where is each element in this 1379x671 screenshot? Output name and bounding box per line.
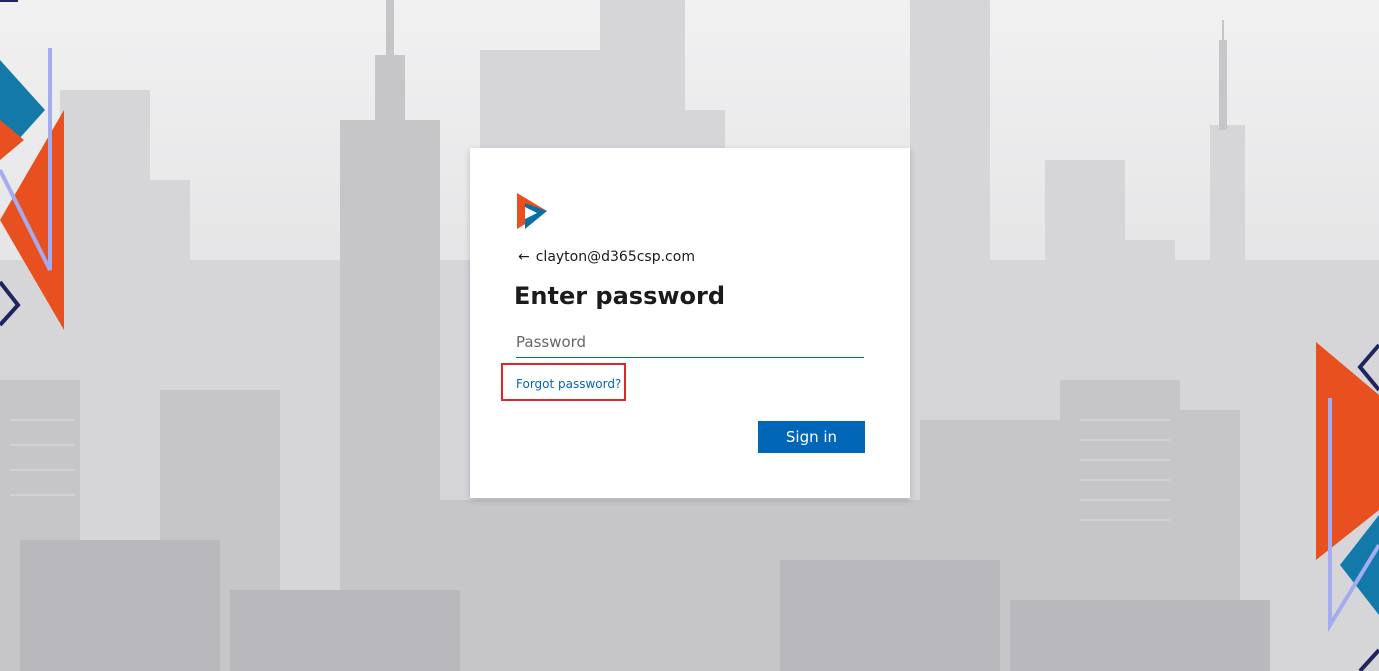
sign-in-button[interactable]: Sign in [758, 421, 865, 453]
back-arrow-icon[interactable]: ← [518, 247, 530, 267]
signin-card: ← clayton@d365csp.com Enter password For… [470, 148, 910, 498]
page-title: Enter password [514, 282, 726, 310]
forgot-password-link[interactable]: Forgot password? [516, 376, 621, 392]
identity-banner[interactable]: ← clayton@d365csp.com [518, 247, 695, 267]
brand-play-logo-icon [517, 193, 547, 229]
account-email: clayton@d365csp.com [535, 249, 695, 265]
password-field[interactable] [516, 326, 864, 358]
